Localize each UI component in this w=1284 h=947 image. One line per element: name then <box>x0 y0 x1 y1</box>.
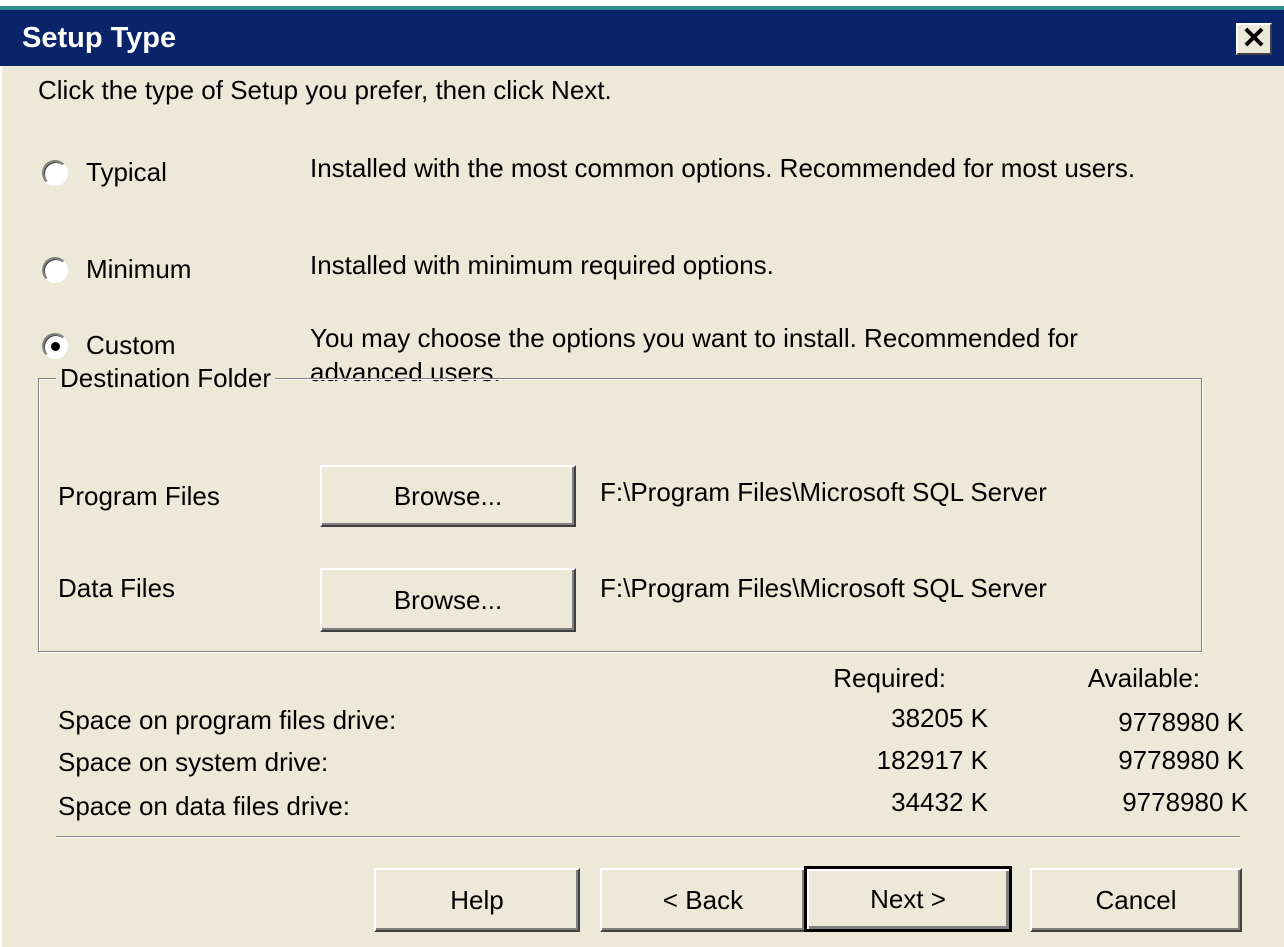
radio-selected-dot <box>51 342 60 351</box>
custom-label[interactable]: Custom <box>86 329 176 361</box>
minimum-label[interactable]: Minimum <box>86 253 191 285</box>
space-row-available: 9778980 K <box>1118 707 1244 737</box>
program-files-label: Program Files <box>58 481 220 511</box>
space-row-available: 9778980 K <box>1118 745 1244 775</box>
back-button[interactable]: < Back <box>600 868 806 932</box>
typical-description: Installed with the most common options. … <box>310 153 1136 183</box>
data-files-browse-button[interactable]: Browse... <box>320 568 576 632</box>
program-files-path: F:\Program Files\Microsoft SQL Server <box>600 477 1047 507</box>
space-row-label: Space on program files drive: <box>58 705 397 735</box>
space-row-required: 38205 K <box>891 703 988 733</box>
space-row-required: 34432 K <box>891 787 988 817</box>
help-button[interactable]: Help <box>374 868 580 932</box>
space-row-label: Space on data files drive: <box>58 791 350 821</box>
custom-radio[interactable] <box>42 333 68 359</box>
cancel-button[interactable]: Cancel <box>1030 868 1242 932</box>
instruction-text: Click the type of Setup you prefer, then… <box>38 75 612 105</box>
destination-folder-legend: Destination Folder <box>56 362 275 394</box>
typical-label[interactable]: Typical <box>86 156 167 188</box>
space-row-available: 9778980 K <box>1122 787 1248 817</box>
space-row-label: Space on system drive: <box>58 747 329 777</box>
custom-description-line1: You may choose the options you want to i… <box>310 323 1078 353</box>
data-files-label: Data Files <box>58 573 176 603</box>
minimum-radio[interactable] <box>42 257 68 283</box>
space-row-required: 182917 K <box>876 745 988 775</box>
minimum-description: Installed with minimum required options. <box>310 250 774 280</box>
destination-folder-group <box>38 378 1202 652</box>
program-files-browse-button[interactable]: Browse... <box>320 465 576 527</box>
close-button[interactable]: ✕ <box>1236 23 1272 55</box>
title-bar: Setup Type ✕ <box>0 10 1284 66</box>
available-header: Available: <box>1087 663 1200 693</box>
data-files-path: F:\Program Files\Microsoft SQL Server <box>600 573 1047 603</box>
button-separator <box>56 836 1240 838</box>
window-top-edge <box>0 0 1284 10</box>
typical-radio[interactable] <box>42 160 68 186</box>
close-icon: ✕ <box>1241 22 1267 55</box>
next-button[interactable]: Next > <box>804 866 1012 932</box>
window-title: Setup Type <box>22 22 177 54</box>
required-header: Required: <box>833 663 946 693</box>
